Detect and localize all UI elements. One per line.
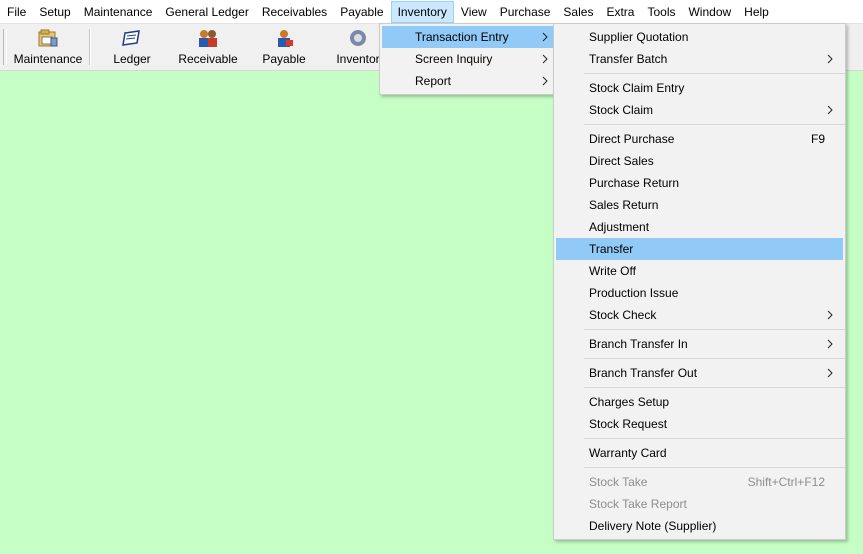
menu-separator [584, 387, 845, 388]
menu-item-label: Transfer Batch [589, 52, 668, 66]
menu-separator [584, 358, 845, 359]
menu-item-label: Delivery Note (Supplier) [589, 519, 717, 533]
payable-icon [278, 30, 293, 47]
toolbar-maintenance-label: Maintenance [13, 52, 83, 66]
menu-item-screen-inquiry[interactable]: Screen Inquiry [382, 48, 553, 70]
menu-window[interactable]: Window [682, 1, 737, 23]
menu-item-label: Charges Setup [589, 395, 670, 409]
chevron-right-icon [542, 26, 548, 48]
chevron-right-icon [827, 362, 833, 384]
chevron-right-icon [827, 48, 833, 70]
menu-maintenance[interactable]: Maintenance [78, 1, 159, 23]
menu-item-direct-sales[interactable]: Direct Sales [556, 150, 843, 172]
toolbar-payable-label: Payable [262, 52, 306, 66]
menu-item-label: Purchase Return [589, 176, 680, 190]
toolbar-maintenance-button[interactable]: Maintenance [10, 28, 86, 68]
menu-item-charges-setup[interactable]: Charges Setup [556, 391, 843, 413]
menu-setup[interactable]: Setup [33, 1, 76, 23]
chevron-right-icon [827, 99, 833, 121]
menu-item-shortcut: F9 [810, 132, 825, 146]
menu-item-stock-request[interactable]: Stock Request [556, 413, 843, 435]
menu-receivables[interactable]: Receivables [256, 1, 333, 23]
menu-item-production-issue[interactable]: Production Issue [556, 282, 843, 304]
menu-item-branch-transfer-in[interactable]: Branch Transfer In [556, 333, 843, 355]
menu-extra[interactable]: Extra [600, 1, 640, 23]
menu-item-transfer[interactable]: Transfer [556, 238, 843, 260]
menu-item-label: Write Off [589, 264, 636, 278]
menu-item-stock-claim[interactable]: Stock Claim [556, 99, 843, 121]
menu-item-label: Stock Claim Entry [589, 81, 685, 95]
menu-item-transfer-batch[interactable]: Transfer Batch [556, 48, 843, 70]
menu-item-label: Production Issue [589, 286, 679, 300]
menu-item-label: Transfer [589, 242, 634, 256]
toolbar-separator [89, 29, 91, 65]
menu-tools[interactable]: Tools [641, 1, 681, 23]
menu-item-stock-take: Stock Take Shift+Ctrl+F12 [556, 471, 843, 493]
toolbar-grip[interactable] [3, 29, 7, 65]
menu-item-purchase-return[interactable]: Purchase Return [556, 172, 843, 194]
menu-item-label: Sales Return [589, 198, 659, 212]
chevron-right-icon [827, 304, 833, 326]
menu-item-sales-return[interactable]: Sales Return [556, 194, 843, 216]
menu-item-delivery-note-supplier[interactable]: Delivery Note (Supplier) [556, 515, 843, 537]
menu-item-label: Branch Transfer Out [589, 366, 698, 380]
menu-item-label: Adjustment [589, 220, 650, 234]
toolbar-ledger-label: Ledger [113, 52, 151, 66]
menu-item-label: Report [415, 74, 452, 88]
menu-item-label: Supplier Quotation [589, 30, 689, 44]
menu-item-label: Stock Request [589, 417, 668, 431]
menu-item-label: Transaction Entry [415, 30, 509, 44]
menu-item-branch-transfer-out[interactable]: Branch Transfer Out [556, 362, 843, 384]
menu-item-direct-purchase[interactable]: Direct Purchase F9 [556, 128, 843, 150]
receivable-icon [199, 30, 217, 47]
menu-payable[interactable]: Payable [334, 1, 389, 23]
inventory-menu: Transaction Entry Screen Inquiry Report [379, 23, 556, 95]
toolbar-receivable-label: Receivable [178, 52, 238, 66]
menu-item-label: Stock Take [589, 475, 648, 489]
chevron-right-icon [542, 70, 548, 92]
menu-item-label: Direct Purchase [589, 132, 675, 146]
menu-separator [584, 73, 845, 74]
transaction-entry-submenu: Supplier Quotation Transfer Batch Stock Cl… [553, 23, 846, 540]
toolbar-payable-button[interactable]: Payable [256, 28, 312, 68]
menu-separator [584, 329, 845, 330]
menu-file[interactable]: File [1, 1, 32, 23]
ledger-icon [122, 30, 140, 46]
menu-item-adjustment[interactable]: Adjustment [556, 216, 843, 238]
maintenance-icon [38, 29, 58, 47]
menu-view[interactable]: View [455, 1, 493, 23]
menu-item-stock-take-report: Stock Take Report [556, 493, 843, 515]
menu-item-stock-check[interactable]: Stock Check [556, 304, 843, 326]
menu-item-report[interactable]: Report [382, 70, 553, 92]
menu-item-transaction-entry[interactable]: Transaction Entry [382, 26, 553, 48]
menu-item-label: Stock Check [589, 308, 657, 322]
toolbar-ledger-button[interactable]: Ledger [102, 28, 162, 68]
menu-item-label: Direct Sales [589, 154, 654, 168]
menu-purchase[interactable]: Purchase [494, 1, 557, 23]
menu-item-warranty-card[interactable]: Warranty Card [556, 442, 843, 464]
menu-item-supplier-quotation[interactable]: Supplier Quotation [556, 26, 843, 48]
menu-inventory[interactable]: Inventory [390, 0, 454, 23]
menu-sales[interactable]: Sales [557, 1, 599, 23]
inventory-icon [350, 30, 366, 46]
chevron-right-icon [542, 48, 548, 70]
toolbar-inventory-label: Inventor [336, 52, 380, 66]
menu-separator [584, 124, 845, 125]
menu-item-stock-claim-entry[interactable]: Stock Claim Entry [556, 77, 843, 99]
chevron-right-icon [827, 333, 833, 355]
menu-separator [584, 467, 845, 468]
menu-item-label: Stock Claim [589, 103, 654, 117]
menu-item-label: Branch Transfer In [589, 337, 688, 351]
menu-item-label: Stock Take Report [589, 497, 687, 511]
menu-item-label: Warranty Card [589, 446, 667, 460]
toolbar-inventory-button[interactable]: Inventor [330, 28, 386, 68]
menu-item-label: Screen Inquiry [415, 52, 493, 66]
menu-separator [584, 438, 845, 439]
menu-general-ledger[interactable]: General Ledger [159, 1, 254, 23]
menu-item-shortcut: Shift+Ctrl+F12 [747, 475, 825, 489]
menu-item-write-off[interactable]: Write Off [556, 260, 843, 282]
menu-help[interactable]: Help [738, 1, 775, 23]
menubar: File Setup Maintenance General Ledger Re… [0, 0, 863, 24]
toolbar-receivable-button[interactable]: Receivable [176, 28, 240, 68]
